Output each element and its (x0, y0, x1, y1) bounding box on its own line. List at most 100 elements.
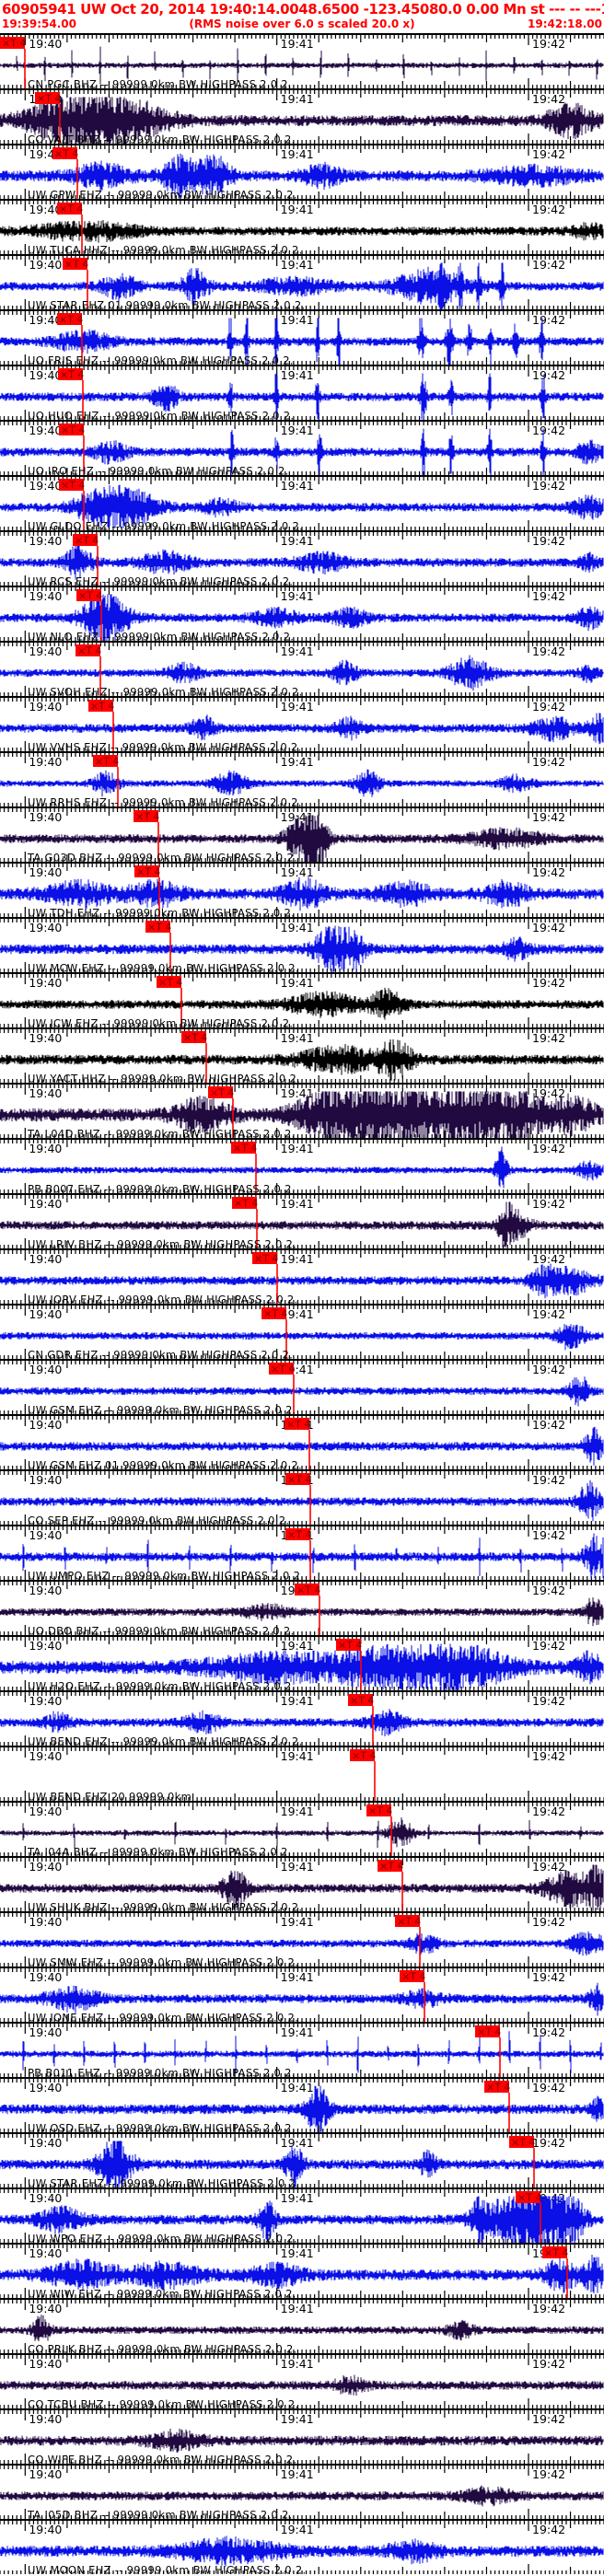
trace-canvas[interactable]: 19:40 19:41 19:42×T 4TA L04D BHZ -- 99999.… (0, 1085, 604, 1140)
trace-canvas[interactable]: 19:40 19:41 19:42×T 4UW SHUK BHZ -- 99999.… (0, 1858, 604, 1913)
waveform-trace[interactable] (0, 1597, 604, 1627)
trace-canvas[interactable]: 19:40 19:41 19:42×T 4UW BEND EHZ -- 99999.… (0, 1692, 604, 1747)
trace-canvas[interactable]: 19:40 19:41 19:42×T 4UW JCW EHZ -- 99999.0… (0, 974, 604, 1029)
trace-canvas[interactable]: 19:40 19:41 19:42×T 4UW GLDO EHZ -- 99999.… (0, 477, 604, 532)
trace-row[interactable]: 19:40 19:41 19:42 ×T 4 UO HUO EHZ -- 99999.0… (0, 365, 604, 422)
trace-canvas[interactable]: 19:4019:4119:42×T 4CO SEP EHZ -- 99999.0… (0, 1471, 604, 1526)
trace-row[interactable]: 19:40 19:41 19:42 ×T 4 UW YACT HHZ -- 99999.… (0, 1027, 604, 1085)
trace-row[interactable]: 19:40 19:41 19:42 ×T 4 UW STAR EHZ 01 99999.… (0, 254, 604, 311)
trace-canvas[interactable]: 19:40 19:41 19:42×T 4UO FRIS EHZ -- 99999.… (0, 311, 604, 366)
trace-canvas[interactable]: 19:40 19:41 19:42×T 4UW OSD EHZ -- 99999.0… (0, 2079, 604, 2134)
waveform-trace[interactable] (0, 220, 604, 243)
trace-row[interactable]: 19:40 19:41 19:42 ×T 4 UW LRIV BHZ -- 99999.… (0, 1193, 604, 1250)
waveform-trace[interactable] (0, 1709, 604, 1736)
trace-row[interactable]: 19:40 19:41 19:42 ×T 4 UW MCW EHZ -- 99999.0… (0, 917, 604, 974)
trace-canvas[interactable]: 19:40 19:41 19:42×T 4UW GSM EHZ -- 99999.0… (0, 1361, 604, 1416)
trace-canvas[interactable]: 19:40 19:41 19:42×T 4CN PGC BHZ -- 99999.0… (0, 35, 604, 90)
trace-row[interactable]: 19:40 19:41 19:42 ×T 4 UW RCS EHZ -- 99999.0… (0, 530, 604, 587)
trace-row[interactable]: 19:4019:4119:42×T 4CO VALT BHZ -- 99999.… (0, 88, 604, 145)
trace-row[interactable]: 19:40 19:41 19:42 ×T 4 UW SHUK BHZ -- 99999.… (0, 1856, 604, 1913)
waveform-trace[interactable] (0, 2315, 604, 2341)
trace-row[interactable]: 19:4019:4119:42×T 4UW UMPQ EHZ -- 99999.… (0, 1525, 604, 1582)
trace-row[interactable]: 19:40 19:41 19:42 ×T 4 UW BEND EHZ 20 99999.… (0, 1746, 604, 1803)
trace-canvas[interactable]: 19:40 19:41 19:42×T 4UW RCS EHZ -- 99999.0… (0, 532, 604, 587)
trace-row[interactable]: 19:40 19:41 19:42 CO PRLK BHZ -- 99999.0km … (0, 2298, 604, 2355)
trace-canvas[interactable]: 19:40 19:41 19:42×T 4UW MCW EHZ -- 99999.0… (0, 919, 604, 974)
trace-row[interactable]: 19:40 19:41 19:42 ×T 4 UW JCW EHZ -- 99999.0… (0, 972, 604, 1029)
trace-row[interactable]: 19:40 19:41 19:42 ×T 4 UW GSM EHZ -- 99999.0… (0, 1359, 604, 1416)
waveform-trace[interactable] (0, 2429, 604, 2453)
trace-row[interactable]: 19:40 19:41 19:42 ×T 4 CN GDR EHZ -- 99999.0… (0, 1304, 604, 1361)
trace-canvas[interactable]: 19:40 19:41 19:42×T 4UW TUCA HHZ -- 99999.… (0, 201, 604, 256)
waveform-trace[interactable] (0, 987, 604, 1020)
trace-row[interactable]: 19:40 19:41 19:42 ×T 4 UO FRIS EHZ -- 99999.… (0, 309, 604, 366)
waveform-trace[interactable] (0, 1931, 604, 1956)
trace-canvas[interactable]: 19:40 19:41 19:42×T 4PB B007 EHZ -- 99999.… (0, 1140, 604, 1195)
trace-canvas[interactable]: 19:40 19:41 19:42×T 4UW BEND EHZ 20 99999.… (0, 1747, 604, 1803)
trace-row[interactable]: 19:40 19:41 19:42 ×T 4 UW TUCA HHZ -- 99999.… (0, 199, 604, 256)
trace-row[interactable]: 19:4019:4119:42×T 4CO SEP EHZ -- 99999.0… (0, 1469, 604, 1526)
trace-canvas[interactable]: 19:40 19:41 19:42×T 4UO HUO EHZ -- 99999.0… (0, 366, 604, 422)
trace-canvas[interactable]: 19:40 19:41 19:42×T 4UW VVHS EHZ -- 99999.… (0, 698, 604, 753)
trace-canvas[interactable]: 19:40 19:41 19:42×T 4UW LRIV BHZ -- 99999.… (0, 1195, 604, 1250)
trace-canvas[interactable]: 19:4019:4119:42×T 4UW UMPQ EHZ -- 99999.… (0, 1526, 604, 1582)
trace-row[interactable]: 19:40 19:41 19:42 ×T 4 TA G03D BHZ -- 99999.… (0, 806, 604, 864)
trace-canvas[interactable]: 19:40 19:41 19:42×T 4PB B011 EHZ -- 99999.… (0, 2024, 604, 2079)
trace-canvas[interactable]: 19:40 19:41 19:42×T 4UW JORV EHZ -- 99999.… (0, 1250, 604, 1305)
trace-row[interactable]: 19:40 19:41 19:42 ×T 4 CN PGC BHZ -- 99999.0… (0, 33, 604, 90)
trace-canvas[interactable]: 19:40 19:41 19:42CO TCBU BHZ -- 99999.0km … (0, 2355, 604, 2410)
trace-canvas[interactable]: 19:40 19:41 19:42×T 4UW WPO EHZ -- 99999.0… (0, 2189, 604, 2245)
trace-row[interactable]: 19:40 19:41 19:42 CO WIFE BHZ -- 99999.0km … (0, 2408, 604, 2466)
trace-row[interactable]: 19:40 19:41 19:42 ×T 4 PB B011 EHZ -- 99999.… (0, 2022, 604, 2079)
trace-row[interactable]: 19:40 19:41 19:42 ×T 4 UW BEND EHZ -- 99999.… (0, 1690, 604, 1747)
waveform-trace[interactable] (0, 769, 604, 797)
trace-canvas[interactable]: 19:40 19:41 19:42×T 4UW NLO EHZ -- 99999.0… (0, 587, 604, 643)
trace-canvas[interactable]: 19:40 19:41 19:42CO PRLK BHZ -- 99999.0km … (0, 2300, 604, 2355)
trace-row[interactable]: 19:4019:4119:42×T 4UO DBO BHZ -- 99999.0… (0, 1580, 604, 1637)
trace-canvas[interactable]: 19:40 19:41 19:42 UW MOON EHZ -- 99999.0km … (0, 2521, 604, 2576)
trace-row[interactable]: 19:40 19:41 19:42 ×T 4 UW JORV EHZ -- 99999.… (0, 1248, 604, 1305)
trace-row[interactable]: 19:40 19:41 19:42 ×T 4 TA L04D BHZ -- 99999.… (0, 1083, 604, 1140)
trace-canvas[interactable]: 19:40 19:41 19:42TA I05D BHZ -- 99999.0km … (0, 2466, 604, 2521)
trace-row[interactable]: 19:40 19:41 19:42 ×T 4 UW GPW EHZ -- 99999.0… (0, 144, 604, 201)
trace-canvas[interactable]: 19:4019:4119:42×T 4CO VALT BHZ -- 99999.… (0, 90, 604, 145)
trace-row[interactable]: 19:40 19:41 19:42 ×T 4 UW IONE EHZ -- 99999.… (0, 1967, 604, 2024)
waveform-trace[interactable] (0, 2374, 604, 2396)
trace-canvas[interactable]: 19:40 19:41 19:42CO WIFE BHZ -- 99999.0km … (0, 2410, 604, 2466)
trace-row[interactable]: 19:40 19:41 19:42 ×T 4 UW RRHS EHZ -- 99999.… (0, 751, 604, 808)
trace-row[interactable]: 19:40 19:41 19:42 UW MOON EHZ -- 99999.0km … (0, 2519, 604, 2576)
trace-canvas[interactable]: 19:4019:4119:42×T 4UW GSM EHZ 01 99999.0… (0, 1416, 604, 1471)
trace-row[interactable]: 19:4019:4119:42×T 4UW GSM EHZ 01 99999.0… (0, 1414, 604, 1471)
trace-canvas[interactable]: 19:40 19:41 19:42×T 4UW TDH EHZ -- 99999.0… (0, 864, 604, 919)
waveform-trace[interactable] (0, 1817, 604, 1849)
trace-canvas[interactable]: 19:40 19:41 19:42×T 4UW STAR EHZ 01 99999.… (0, 256, 604, 311)
trace-row[interactable]: 19:40 19:41 19:42 ×T 4 PB B007 EHZ -- 99999.… (0, 1138, 604, 1195)
trace-canvas[interactable]: 19:4019:4119:42×T 4UO DBO BHZ -- 99999.0… (0, 1582, 604, 1637)
waveform-trace[interactable] (0, 713, 604, 745)
trace-row[interactable]: 19:40 19:41 19:42 ×T 4 UW SMW EHZ -- 99999.0… (0, 1911, 604, 1968)
trace-canvas[interactable]: 19:40 19:41 19:42×T 4UW RRHS EHZ -- 99999.… (0, 753, 604, 808)
trace-canvas[interactable]: 19:40 19:41 19:42×T 4UW GPW EHZ -- 99999.0… (0, 145, 604, 201)
trace-row[interactable]: 19:40 19:41 19:42 ×T 4 UW TDH EHZ -- 99999.0… (0, 862, 604, 919)
trace-row[interactable]: 19:40 19:41 19:42 ×T 4 UW STAR EHZ -- 99999.… (0, 2132, 604, 2189)
trace-row[interactable]: 19:40 19:41 19:42 ×T 4 UW WPO EHZ -- 99999.0… (0, 2187, 604, 2245)
waveform-trace[interactable] (0, 2535, 604, 2567)
waveform-trace[interactable] (0, 2485, 604, 2507)
trace-canvas[interactable]: 19:40 19:41 19:42×T 4UO IRO EHZ -- 99999.0… (0, 422, 604, 477)
trace-row[interactable]: 19:40 19:41 19:42 CO TCBU BHZ -- 99999.0km … (0, 2353, 604, 2410)
trace-canvas[interactable]: 19:40 19:41 19:42×T 4UW STAR EHZ -- 99999.… (0, 2134, 604, 2189)
trace-row[interactable]: 19:40 19:41 19:42 ×T 4 UW SVOH EHZ -- 99999.… (0, 641, 604, 698)
trace-row[interactable]: 19:40 19:41 19:42 ×T 4 UW H2O EHZ -- 99999.0… (0, 1635, 604, 1692)
trace-row[interactable]: 19:40 19:41 19:42 ×T 4 UW GLDO EHZ -- 99999.… (0, 475, 604, 532)
waveform-trace[interactable] (0, 1376, 604, 1407)
trace-canvas[interactable]: 19:40 19:41 19:42×T 4TA I04A BHZ -- 99999.… (0, 1803, 604, 1858)
trace-canvas[interactable]: 19:40 19:41 19:42×T 4UW SVOH EHZ -- 99999.… (0, 643, 604, 698)
trace-canvas[interactable]: 19:40 19:41 19:42×T 4TA G03D BHZ -- 99999.… (0, 808, 604, 864)
waveform-trace[interactable] (0, 1324, 604, 1351)
trace-canvas[interactable]: 19:40 19:41 19:42×T 4UW H2O EHZ -- 99999.0… (0, 1637, 604, 1692)
trace-row[interactable]: 19:40 19:41 19:42 ×T 4 TA I04A BHZ -- 99999.… (0, 1801, 604, 1858)
trace-canvas[interactable]: 19:4019:4119:42×T 4UW WIW EHZ -- 99999.0… (0, 2245, 604, 2300)
trace-row[interactable]: 19:40 19:41 19:42 TA I05D BHZ -- 99999.0km … (0, 2464, 604, 2521)
trace-canvas[interactable]: 19:40 19:41 19:42×T 4CN GDR EHZ -- 99999.0… (0, 1305, 604, 1361)
trace-row[interactable]: 19:40 19:41 19:42 ×T 4 UW VVHS EHZ -- 99999.… (0, 696, 604, 753)
